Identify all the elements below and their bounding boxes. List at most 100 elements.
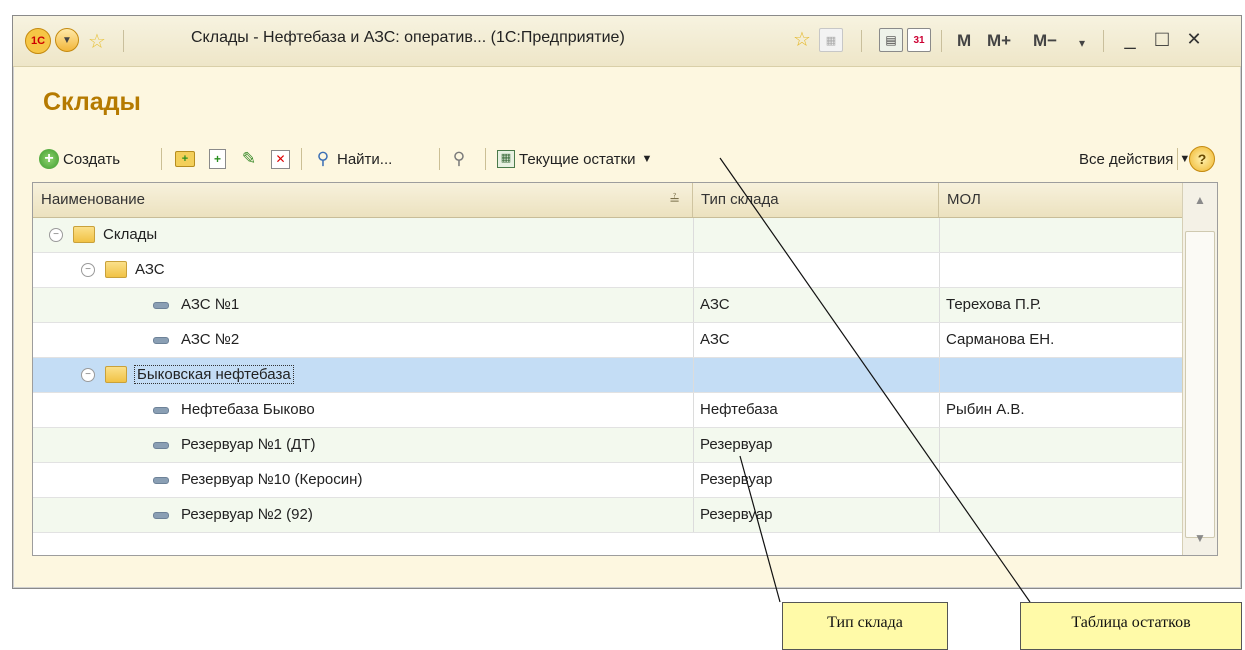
item-icon bbox=[153, 511, 169, 519]
toolbar: + Создать + + ✎ ✕ ⚲ Найти... ⚲ ▦ Текущие… bbox=[39, 144, 1231, 174]
collapse-toggle-icon[interactable]: − bbox=[81, 368, 95, 383]
table-row[interactable]: − Склады bbox=[33, 218, 1182, 253]
separator bbox=[861, 30, 862, 52]
cell-name: Резервуар №10 (Керосин) bbox=[33, 463, 693, 497]
cell-type: Резервуар bbox=[700, 436, 773, 453]
column-divider bbox=[939, 253, 940, 287]
edit-button[interactable]: ✎ bbox=[239, 144, 263, 174]
table-row[interactable]: Резервуар №2 (92) Резервуар bbox=[33, 498, 1182, 533]
separator bbox=[941, 30, 942, 52]
title-bar: 1С ▼ ☆ Склады - Нефтебаза и АЗС: операти… bbox=[13, 16, 1241, 67]
callout-warehouse-type: Тип склада bbox=[782, 602, 948, 650]
1c-logo-icon[interactable]: 1С bbox=[25, 28, 51, 54]
separator bbox=[1103, 30, 1104, 52]
table-row[interactable]: − Быковская нефтебаза bbox=[33, 358, 1182, 393]
table-row[interactable]: − АЗС bbox=[33, 253, 1182, 288]
maximize-button[interactable]: □ bbox=[1149, 26, 1175, 52]
create-label: Создать bbox=[63, 150, 121, 168]
favorite-star-icon[interactable]: ☆ bbox=[85, 28, 109, 54]
cell-name: АЗС №2 bbox=[33, 323, 693, 357]
history-icon[interactable]: ▦ bbox=[819, 28, 843, 52]
cell-name: − Быковская нефтебаза bbox=[33, 358, 693, 392]
column-header-type[interactable]: Тип склада bbox=[693, 183, 939, 217]
item-icon bbox=[153, 441, 169, 449]
table-row[interactable]: Резервуар №10 (Керосин) Резервуар bbox=[33, 463, 1182, 498]
table-row[interactable]: Резервуар №1 (ДТ) Резервуар bbox=[33, 428, 1182, 463]
column-divider bbox=[693, 463, 694, 497]
memory-minus-button[interactable]: M− bbox=[1033, 28, 1057, 54]
cancel-search-button[interactable]: ⚲ bbox=[449, 144, 473, 174]
memory-m-button[interactable]: M bbox=[957, 28, 971, 54]
column-divider bbox=[939, 323, 940, 357]
cell-mol: Рыбин А.В. bbox=[946, 401, 1025, 418]
scroll-up-arrow-icon[interactable]: ▲ bbox=[1183, 183, 1217, 217]
folder-icon bbox=[105, 365, 127, 383]
column-header-name[interactable]: Наименование ≟ bbox=[33, 183, 693, 217]
main-menu-icon[interactable]: ▼ bbox=[55, 28, 79, 52]
table-header: Наименование ≟ Тип склада МОЛ bbox=[33, 183, 1182, 218]
table-icon: ▦ bbox=[497, 150, 515, 168]
column-divider bbox=[939, 218, 940, 252]
cell-type: Резервуар bbox=[700, 506, 773, 523]
find-button[interactable]: ⚲ Найти... bbox=[313, 144, 393, 174]
chevron-down-icon[interactable]: ▾ bbox=[1079, 30, 1085, 56]
row-label: Нефтебаза Быково bbox=[181, 401, 315, 418]
cell-name: Резервуар №2 (92) bbox=[33, 498, 693, 532]
memory-plus-button[interactable]: M+ bbox=[987, 28, 1011, 54]
chevron-down-icon: ▼ bbox=[641, 153, 653, 165]
separator bbox=[301, 148, 302, 170]
copy-button[interactable]: + bbox=[209, 144, 230, 174]
table-row[interactable]: АЗС №2 АЗС Сарманова ЕН. bbox=[33, 323, 1182, 358]
cell-type: АЗС bbox=[700, 296, 730, 313]
create-group-button[interactable]: + bbox=[175, 144, 199, 174]
help-button[interactable]: ? bbox=[1189, 144, 1219, 174]
plus-icon: + bbox=[39, 149, 59, 169]
cell-mol bbox=[939, 428, 1182, 462]
table-row[interactable]: Нефтебаза Быково Нефтебаза Рыбин А.В. bbox=[33, 393, 1182, 428]
separator bbox=[485, 148, 486, 170]
minimize-button[interactable]: _ bbox=[1117, 26, 1143, 52]
folder-icon bbox=[73, 225, 95, 243]
scroll-thumb[interactable] bbox=[1185, 231, 1215, 538]
vertical-scrollbar[interactable]: ▲ ▼ bbox=[1182, 183, 1217, 555]
cell-mol bbox=[939, 218, 1182, 252]
balances-button[interactable]: ▦ Текущие остатки ▼ bbox=[497, 144, 652, 174]
column-divider bbox=[939, 288, 940, 322]
row-label: АЗС №2 bbox=[181, 331, 240, 348]
delete-icon: ✕ bbox=[271, 149, 290, 169]
collapse-toggle-icon[interactable]: − bbox=[81, 263, 95, 278]
cell-name: АЗС №1 bbox=[33, 288, 693, 322]
cell-mol bbox=[939, 358, 1182, 392]
row-label: АЗС bbox=[135, 261, 165, 278]
calendar-icon[interactable]: 31 bbox=[907, 28, 931, 52]
collapse-toggle-icon[interactable]: − bbox=[49, 228, 63, 243]
cell-type bbox=[693, 218, 939, 252]
column-divider bbox=[939, 393, 940, 427]
separator bbox=[1177, 148, 1178, 170]
close-button[interactable]: ✕ bbox=[1181, 26, 1207, 52]
column-divider bbox=[693, 253, 694, 287]
cell-type: АЗС bbox=[700, 331, 730, 348]
calculator-icon[interactable]: ▤ bbox=[879, 28, 903, 52]
delete-button[interactable]: ✕ bbox=[271, 144, 294, 174]
table-row[interactable]: АЗС №1 АЗС Терехова П.Р. bbox=[33, 288, 1182, 323]
callout-balances-table: Таблица остатков bbox=[1020, 602, 1242, 650]
cell-type: Нефтебаза bbox=[700, 401, 778, 418]
search-icon: ⚲ bbox=[316, 149, 330, 168]
cell-type bbox=[693, 358, 939, 392]
item-icon bbox=[153, 476, 169, 484]
separator bbox=[123, 30, 124, 52]
scroll-down-arrow-icon[interactable]: ▼ bbox=[1183, 521, 1217, 555]
folder-icon bbox=[105, 260, 127, 278]
copy-doc-icon: + bbox=[209, 149, 226, 169]
cell-name: Резервуар №1 (ДТ) bbox=[33, 428, 693, 462]
add-favorite-icon[interactable]: ☆ bbox=[791, 28, 813, 51]
all-actions-button[interactable]: Все действия ▼ bbox=[1079, 144, 1190, 174]
item-icon bbox=[153, 301, 169, 309]
create-button[interactable]: + Создать bbox=[39, 144, 120, 174]
column-divider bbox=[939, 498, 940, 532]
warehouses-table[interactable]: Наименование ≟ Тип склада МОЛ − Склады − АЗ… bbox=[32, 182, 1218, 556]
column-header-mol[interactable]: МОЛ bbox=[939, 183, 1182, 217]
all-actions-label: Все действия bbox=[1079, 150, 1174, 168]
page-title: Склады bbox=[43, 88, 141, 116]
